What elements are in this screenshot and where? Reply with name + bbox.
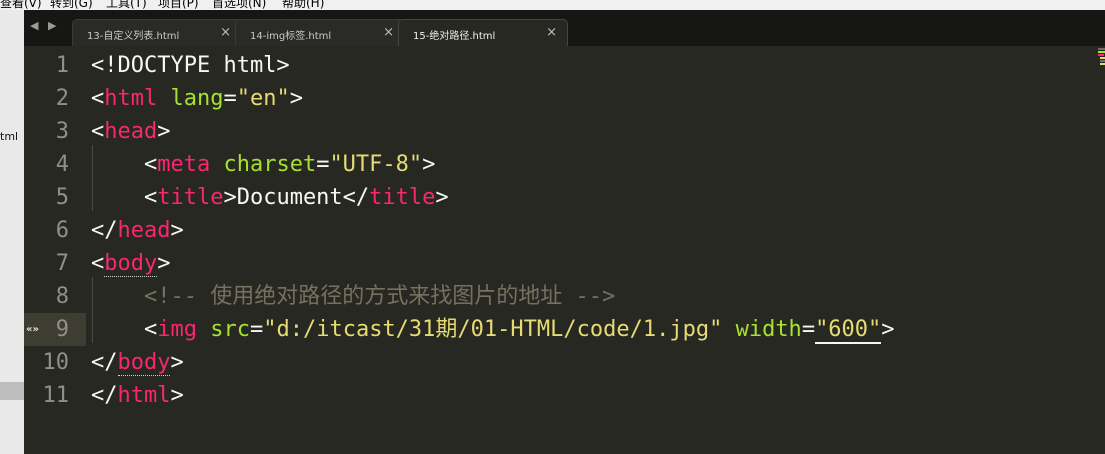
tab-13-custom-list[interactable]: 13-自定义列表.html × — [72, 19, 242, 46]
menu-preferences[interactable]: 首选项(N) — [212, 0, 266, 10]
line-number: 11 — [42, 383, 70, 408]
code-token: meta — [157, 152, 211, 177]
code-token: > — [435, 185, 449, 210]
code-line[interactable]: <body> — [91, 247, 170, 280]
code-token: >Document</ — [223, 185, 370, 210]
code-line[interactable]: <meta charset="UTF-8"> — [91, 148, 435, 181]
code-token: > — [289, 86, 303, 111]
code-token: < — [91, 119, 105, 144]
code-token: "en" — [236, 86, 290, 111]
code-token: > — [170, 350, 184, 375]
code-token: title — [369, 185, 436, 210]
menu-view[interactable]: 查看(V) — [0, 0, 42, 10]
code-token: > — [422, 152, 436, 177]
menu-help[interactable]: 帮助(H) — [282, 0, 324, 10]
line-number: 8 — [55, 284, 69, 309]
code-line[interactable]: <img src="d:/itcast/31期/01-HTML/code/1.j… — [91, 313, 895, 346]
code-token: src — [210, 317, 250, 342]
code-token: > — [170, 218, 184, 243]
code-token: </ — [91, 383, 118, 408]
code-token: > — [157, 119, 171, 144]
code-token: charset — [223, 152, 317, 177]
code-token: = — [801, 317, 816, 342]
code-token: "UTF-8" — [329, 152, 423, 177]
line-number: 2 — [55, 86, 69, 111]
line-number: 9 — [55, 317, 69, 342]
code-token: head — [117, 218, 171, 243]
tab-label: 13-自定义列表.html — [87, 31, 180, 42]
line-number: 3 — [55, 119, 69, 144]
code-token: < — [91, 152, 158, 177]
menu-bar: 查看(V) 转到(G) 工具(T) 项目(P) 首选项(N) 帮助(H) — [0, 0, 1105, 10]
code-token: html — [104, 86, 158, 111]
code-token: title — [157, 185, 224, 210]
close-icon[interactable]: × — [220, 25, 231, 40]
code-token: head — [104, 119, 158, 144]
tab-label: 15-绝对路径.html — [413, 31, 496, 42]
sidebar-scrollbar[interactable] — [0, 382, 24, 400]
line-number: 5 — [55, 185, 69, 210]
code-line[interactable]: <!-- 使用绝对路径的方式来找图片的地址 --> — [91, 280, 615, 313]
code-token: > — [881, 317, 895, 342]
tab-15-absolute-path[interactable]: 15-绝对路径.html × — [398, 19, 568, 46]
code-token: </ — [91, 350, 118, 375]
code-token: < — [91, 251, 105, 276]
code-line[interactable]: <title>Document</title> — [91, 181, 449, 214]
tab-label: 14-img标签.html — [250, 31, 332, 42]
code-token: body — [104, 251, 158, 277]
line-number: 6 — [55, 218, 69, 243]
code-token: < — [91, 86, 105, 111]
code-token: lang — [170, 86, 224, 111]
code-line[interactable]: <head> — [91, 115, 170, 148]
tab-14-img-tag[interactable]: 14-img标签.html × — [235, 19, 405, 46]
close-icon[interactable]: × — [383, 25, 394, 40]
code-token: < — [91, 185, 158, 210]
menu-goto[interactable]: 转到(G) — [50, 0, 93, 10]
code-token: img — [157, 317, 197, 342]
code-line[interactable]: </html> — [91, 379, 184, 412]
code-token: "600" — [815, 317, 882, 344]
menu-tools[interactable]: 工具(T) — [106, 0, 147, 10]
code-token: > — [170, 383, 184, 408]
sidebar-file-label[interactable]: tml — [0, 130, 18, 143]
line-number-gutter: 1 2 3 4 5 6 7 8 «» 9 10 11 — [24, 46, 86, 454]
line-number: 7 — [55, 251, 69, 276]
code-token: </ — [91, 218, 118, 243]
menu-project[interactable]: 项目(P) — [158, 0, 199, 10]
code-token: width — [735, 317, 802, 342]
code-line[interactable]: <!DOCTYPE html> — [91, 49, 290, 82]
code-token: <!-- 使用绝对路径的方式来找图片的地址 --> — [91, 284, 616, 309]
code-token: "d:/itcast/31期/01-HTML/code/1.jpg" — [263, 317, 723, 342]
code-line[interactable]: </head> — [91, 214, 184, 247]
minimap[interactable] — [1096, 46, 1105, 66]
code-token: = — [223, 86, 237, 111]
close-icon[interactable]: × — [546, 25, 557, 40]
code-token: body — [117, 350, 171, 376]
code-token: < — [91, 317, 158, 342]
code-token: <!DOCTYPE html> — [91, 53, 290, 78]
code-token: > — [157, 251, 171, 276]
code-line[interactable]: <html lang="en"> — [91, 82, 303, 115]
code-token: = — [316, 152, 330, 177]
line-number: 10 — [42, 350, 70, 375]
code-token: = — [249, 317, 264, 342]
sidebar: tml — [0, 10, 25, 454]
code-line[interactable]: </body> — [91, 346, 184, 379]
code-editor[interactable]: 1 2 3 4 5 6 7 8 «» 9 10 11 <!DOCTYPE html> <html lan… — [24, 46, 1105, 454]
code-token: html — [117, 383, 171, 408]
line-number: 1 — [55, 53, 69, 78]
tab-strip: ◀ ▶ 13-自定义列表.html × 14-img标签.html × 15-绝… — [24, 10, 1105, 46]
line-number: 4 — [55, 152, 69, 177]
tab-nav-arrows-icon[interactable]: ◀ ▶ — [30, 19, 59, 32]
